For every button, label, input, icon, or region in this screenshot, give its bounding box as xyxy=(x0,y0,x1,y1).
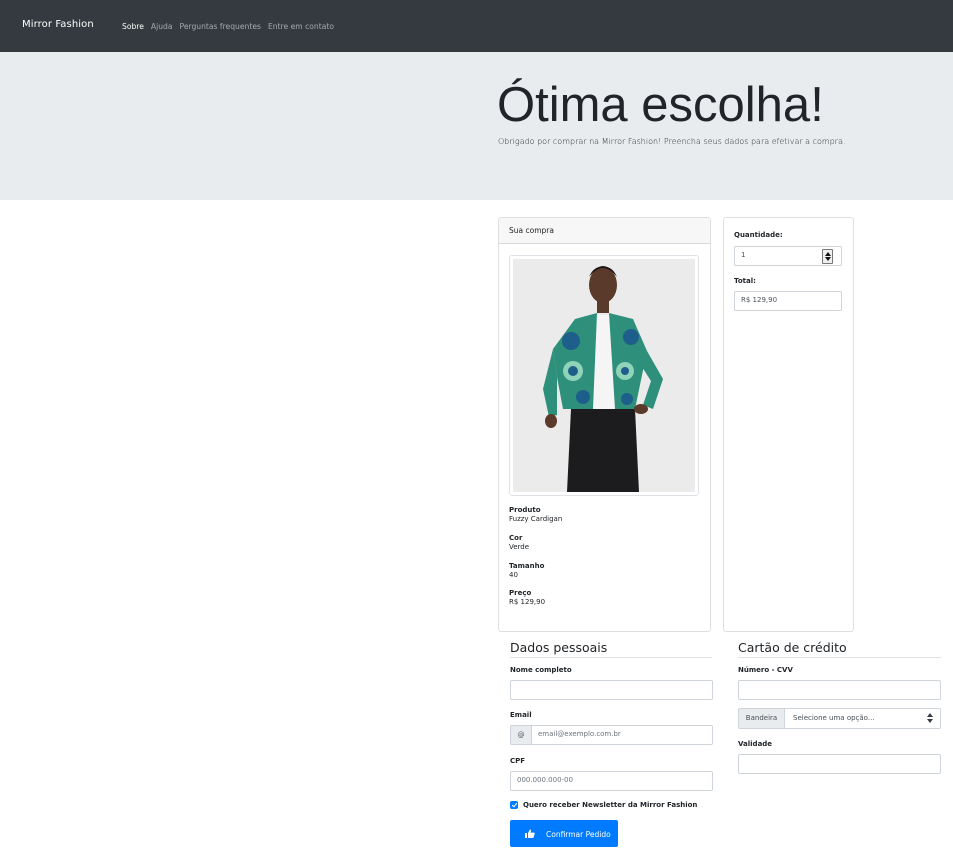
order-card: Quantidade: 1 Total: R$ 129,90 xyxy=(723,217,854,632)
select-arrows-icon xyxy=(927,713,934,723)
total-label: Total: xyxy=(734,277,756,285)
card-brand-select[interactable]: Selecione uma opção... xyxy=(784,708,941,729)
email-input[interactable]: email@exemplo.com.br xyxy=(531,725,713,745)
cpf-placeholder: 000.000.000-00 xyxy=(517,776,573,784)
stepper-up-icon[interactable] xyxy=(825,252,831,256)
nav-link-faq[interactable]: Perguntas frequentes xyxy=(180,22,261,31)
page-subtitle: Obrigado por comprar na Mirror Fashion! … xyxy=(498,137,846,146)
page-title: Ótima escolha! xyxy=(497,78,824,132)
detail-label: Tamanho xyxy=(509,562,545,570)
email-label: Email xyxy=(510,711,532,719)
nav-link-ajuda[interactable]: Ajuda xyxy=(151,22,173,31)
credit-card-title: Cartão de crédito xyxy=(738,640,941,658)
card-brand-selected: Selecione uma opção... xyxy=(793,714,875,722)
email-addon: @ xyxy=(510,725,532,745)
detail-value: Fuzzy Cardigan xyxy=(509,515,563,523)
confirm-order-label: Confirmar Pedido xyxy=(546,830,611,839)
newsletter-label[interactable]: Quero receber Newsletter da Mirror Fashi… xyxy=(523,801,697,809)
detail-preco: Preço R$ 129,90 xyxy=(509,589,545,606)
nav-link-contato[interactable]: Entre em contato xyxy=(268,22,334,31)
detail-value: Verde xyxy=(509,543,530,551)
quantity-value: 1 xyxy=(741,251,746,259)
detail-label: Produto xyxy=(509,506,541,514)
detail-value: 40 xyxy=(509,571,518,579)
validity-input[interactable] xyxy=(738,754,941,774)
newsletter-checkbox[interactable] xyxy=(510,801,518,809)
total-output: R$ 129,90 xyxy=(734,291,842,311)
card-number-label: Número - CVV xyxy=(738,666,793,674)
personal-data-title: Dados pessoais xyxy=(510,640,712,658)
brand-logo[interactable]: Mirror Fashion xyxy=(22,19,94,30)
detail-label: Preço xyxy=(509,589,532,597)
nav-links: Sobre Ajuda Perguntas frequentes Entre e… xyxy=(122,22,341,31)
product-image xyxy=(509,255,699,496)
card-brand-addon: Bandeira xyxy=(738,708,785,729)
stepper-down-icon[interactable] xyxy=(825,257,831,261)
quantity-input[interactable]: 1 xyxy=(734,246,842,266)
name-label: Nome completo xyxy=(510,666,572,674)
cpf-label: CPF xyxy=(510,757,526,765)
detail-produto: Produto Fuzzy Cardigan xyxy=(509,506,562,523)
thumbs-up-icon xyxy=(525,829,535,838)
nav-link-sobre[interactable]: Sobre xyxy=(122,22,144,31)
navbar: Mirror Fashion Sobre Ajuda Perguntas fre… xyxy=(0,0,953,52)
name-input[interactable] xyxy=(510,680,713,700)
jumbotron: Ótima escolha! Obrigado por comprar na M… xyxy=(0,52,953,200)
confirm-order-button[interactable]: Confirmar Pedido xyxy=(510,820,618,847)
cpf-input[interactable]: 000.000.000-00 xyxy=(510,771,713,791)
purchase-card-header: Sua compra xyxy=(499,218,710,244)
email-placeholder: email@exemplo.com.br xyxy=(538,730,621,738)
detail-tamanho: Tamanho 40 xyxy=(509,562,544,579)
detail-cor: Cor Verde xyxy=(509,534,529,551)
quantity-stepper[interactable] xyxy=(822,249,833,264)
quantity-label: Quantidade: xyxy=(734,231,783,239)
purchase-card: Sua compra Produto Fuzzy Cardigan Cor Ve… xyxy=(498,217,711,632)
validity-label: Validade xyxy=(738,740,773,748)
detail-label: Cor xyxy=(509,534,523,542)
product-photo xyxy=(513,259,695,492)
card-number-input[interactable] xyxy=(738,680,941,700)
detail-value: R$ 129,90 xyxy=(509,598,546,606)
total-value: R$ 129,90 xyxy=(741,296,778,304)
